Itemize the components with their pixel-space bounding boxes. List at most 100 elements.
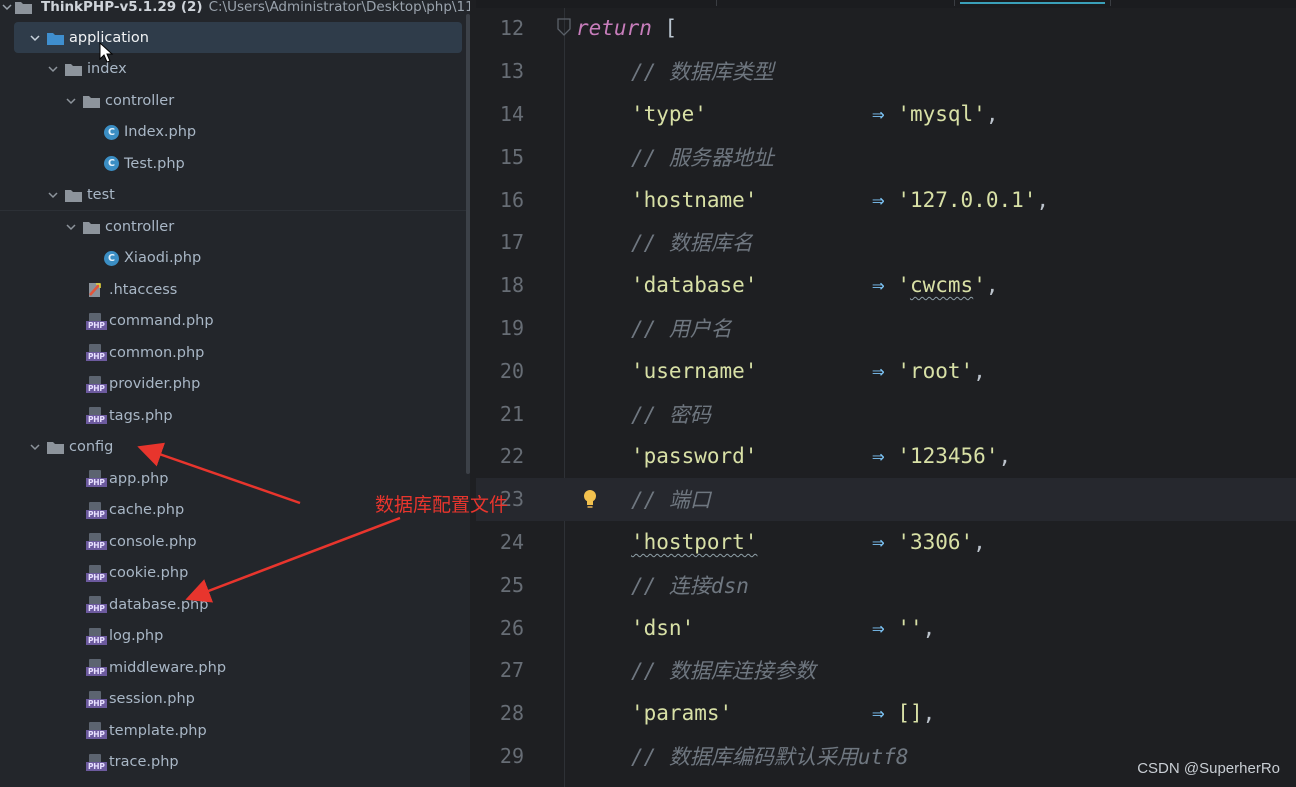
- tree-file-provider-php[interactable]: PHP provider.php: [0, 369, 470, 400]
- tree-file-xiaodi-php[interactable]: C Xiaodi.php: [0, 243, 470, 274]
- config-key: 'hostname': [631, 187, 758, 212]
- php-file-icon: PHP: [86, 690, 107, 708]
- comma: ,: [922, 701, 936, 726]
- tree-file-cache-php[interactable]: PHP cache.php: [0, 495, 470, 526]
- code-line[interactable]: 16 'hostname' ⇒ '127.0.0.1',: [476, 178, 1296, 221]
- config-value: '127.0.0.1': [897, 188, 1036, 212]
- chevron-down-icon[interactable]: [64, 94, 78, 108]
- arrow-operator: ⇒: [872, 273, 885, 298]
- tree-item-label: trace.php: [109, 754, 179, 770]
- tree-file-trace-php[interactable]: PHP trace.php: [0, 747, 470, 778]
- code-line[interactable]: 23 // 端口: [476, 477, 1296, 521]
- tree-folder-controller[interactable]: controller: [0, 211, 470, 242]
- tree-item-label: Index.php: [124, 124, 197, 140]
- tree-item-label: provider.php: [109, 376, 201, 392]
- code-content: ⇒ [],: [872, 701, 935, 725]
- tree-file-template-php[interactable]: PHP template.php: [0, 715, 470, 746]
- line-number: 27: [499, 658, 524, 683]
- code-line[interactable]: 27 // 数据库连接参数: [476, 649, 1296, 692]
- code-line[interactable]: 15 // 服务器地址: [476, 135, 1296, 178]
- value-quote: ': [897, 273, 910, 298]
- php-file-icon: PHP: [86, 344, 107, 361]
- chevron-down-icon[interactable]: [46, 62, 60, 76]
- code-line[interactable]: 14 'type' ⇒ 'mysql',: [476, 93, 1296, 136]
- tree-file-command-php[interactable]: PHP command.php: [0, 306, 470, 337]
- tree-item-label: log.php: [109, 628, 164, 644]
- tree-file-console-php[interactable]: PHP console.php: [0, 526, 470, 557]
- chevron-down-icon[interactable]: [28, 31, 42, 45]
- arrow-operator: ⇒: [872, 444, 885, 469]
- project-path: C:\Users\Administrator\Desktop\php\110\T: [208, 0, 470, 14]
- code-line[interactable]: 26 'dsn' ⇒ '',: [476, 606, 1296, 649]
- code-content: return [: [576, 16, 677, 40]
- code-line[interactable]: 12 return [: [476, 7, 1296, 50]
- config-key: 'password': [631, 444, 758, 469]
- tree-folder-application[interactable]: application: [14, 22, 462, 53]
- tree-file-app-php[interactable]: PHP app.php: [0, 463, 470, 494]
- tree-item-label: middleware.php: [109, 659, 227, 676]
- code-line[interactable]: 22 'password' ⇒ '123456',: [476, 435, 1296, 478]
- chevron-down-icon[interactable]: [28, 440, 42, 454]
- code-line[interactable]: 25 // 连接dsn: [476, 563, 1296, 606]
- config-key: 'hostport': [631, 529, 758, 554]
- config-value: 'mysql': [897, 102, 986, 126]
- php-file-icon: PHP: [86, 627, 107, 645]
- line-number: 26: [499, 615, 524, 640]
- watermark: CSDN @SuperherRo: [1137, 760, 1280, 777]
- config-value-text: []: [897, 701, 923, 726]
- line-number: 19: [499, 315, 524, 340]
- lightbulb-icon[interactable]: [580, 487, 600, 511]
- tree-file-session-php[interactable]: PHP session.php: [0, 684, 470, 715]
- code-line[interactable]: 13 // 数据库类型: [476, 50, 1296, 93]
- config-value-text: '127.0.0.1': [897, 187, 1037, 212]
- chevron-down-icon[interactable]: [0, 0, 14, 14]
- folder-icon: [46, 439, 64, 455]
- chevron-down-icon[interactable]: [64, 220, 78, 234]
- tree-item-label: tags.php: [109, 407, 173, 424]
- tree-file-middleware-php[interactable]: PHP middleware.php: [0, 652, 470, 683]
- code-content: 'password': [631, 444, 757, 468]
- project-name: ThinkPHP-v5.1.29 (2): [41, 0, 203, 14]
- tree-folder-config[interactable]: config: [0, 432, 470, 463]
- tree-folder-index[interactable]: index: [0, 54, 470, 85]
- project-root-row[interactable]: ThinkPHP-v5.1.29 (2) C:\Users\Administra…: [0, 0, 470, 14]
- code-editor[interactable]: 12 return [13// 数据库类型 14'type' ⇒ 'mysql', 15…: [476, 0, 1296, 787]
- tree-folder-controller[interactable]: controller: [0, 85, 470, 116]
- code-content: 'username': [631, 359, 757, 383]
- tree-file-test-php[interactable]: C Test.php: [0, 148, 470, 179]
- tree-item-label: Test.php: [124, 155, 185, 172]
- tree-file-database-php[interactable]: PHP database.php: [0, 589, 470, 620]
- tree-file-common-php[interactable]: PHP common.php: [0, 337, 470, 368]
- code-content: ⇒ 'cwcms',: [872, 273, 999, 297]
- code-line[interactable]: 28 'params' ⇒ [],: [476, 692, 1296, 735]
- tree-folder-test[interactable]: test: [0, 180, 470, 211]
- php-file-icon: PHP: [86, 375, 107, 393]
- code-content: // 数据库编码默认采用utf8: [631, 741, 909, 771]
- code-line[interactable]: 17 // 数据库名: [476, 221, 1296, 264]
- tree-item-label: controller: [105, 218, 175, 235]
- tree-file-tags-php[interactable]: PHP tags.php: [0, 400, 470, 431]
- line-number: 18: [499, 273, 524, 298]
- open-bracket: [: [664, 16, 678, 41]
- tab-separator: [1110, 0, 1111, 6]
- project-tree-panel: ThinkPHP-v5.1.29 (2) C:\Users\Administra…: [0, 0, 470, 787]
- code-line[interactable]: 21 // 密码: [476, 392, 1296, 435]
- code-content: 'database': [631, 273, 757, 297]
- tree-item-label: cache.php: [109, 502, 185, 518]
- tree-item-label: config: [69, 439, 114, 455]
- php-file-icon: PHP: [86, 753, 107, 771]
- code-comment: // 连接dsn: [631, 573, 749, 598]
- tree-file-cookie-php[interactable]: PHP cookie.php: [0, 558, 470, 589]
- code-line[interactable]: 20 'username' ⇒ 'root',: [476, 349, 1296, 392]
- line-number: 15: [499, 144, 524, 169]
- code-line[interactable]: 24 'hostport' ⇒ '3306',: [476, 521, 1296, 564]
- chevron-down-icon[interactable]: [46, 188, 60, 202]
- tree-file-htaccess[interactable]: .htaccess: [0, 274, 470, 305]
- code-line[interactable]: 18 'database' ⇒ 'cwcms',: [476, 264, 1296, 307]
- code-content: ⇒ '123456',: [872, 444, 1011, 468]
- tree-file-log-php[interactable]: PHP log.php: [0, 621, 470, 652]
- tree-file-index-php[interactable]: C Index.php: [0, 117, 470, 148]
- tree-scrollbar[interactable]: [466, 14, 470, 474]
- folder-icon: [46, 30, 64, 46]
- code-line[interactable]: 19 // 用户名: [476, 307, 1296, 350]
